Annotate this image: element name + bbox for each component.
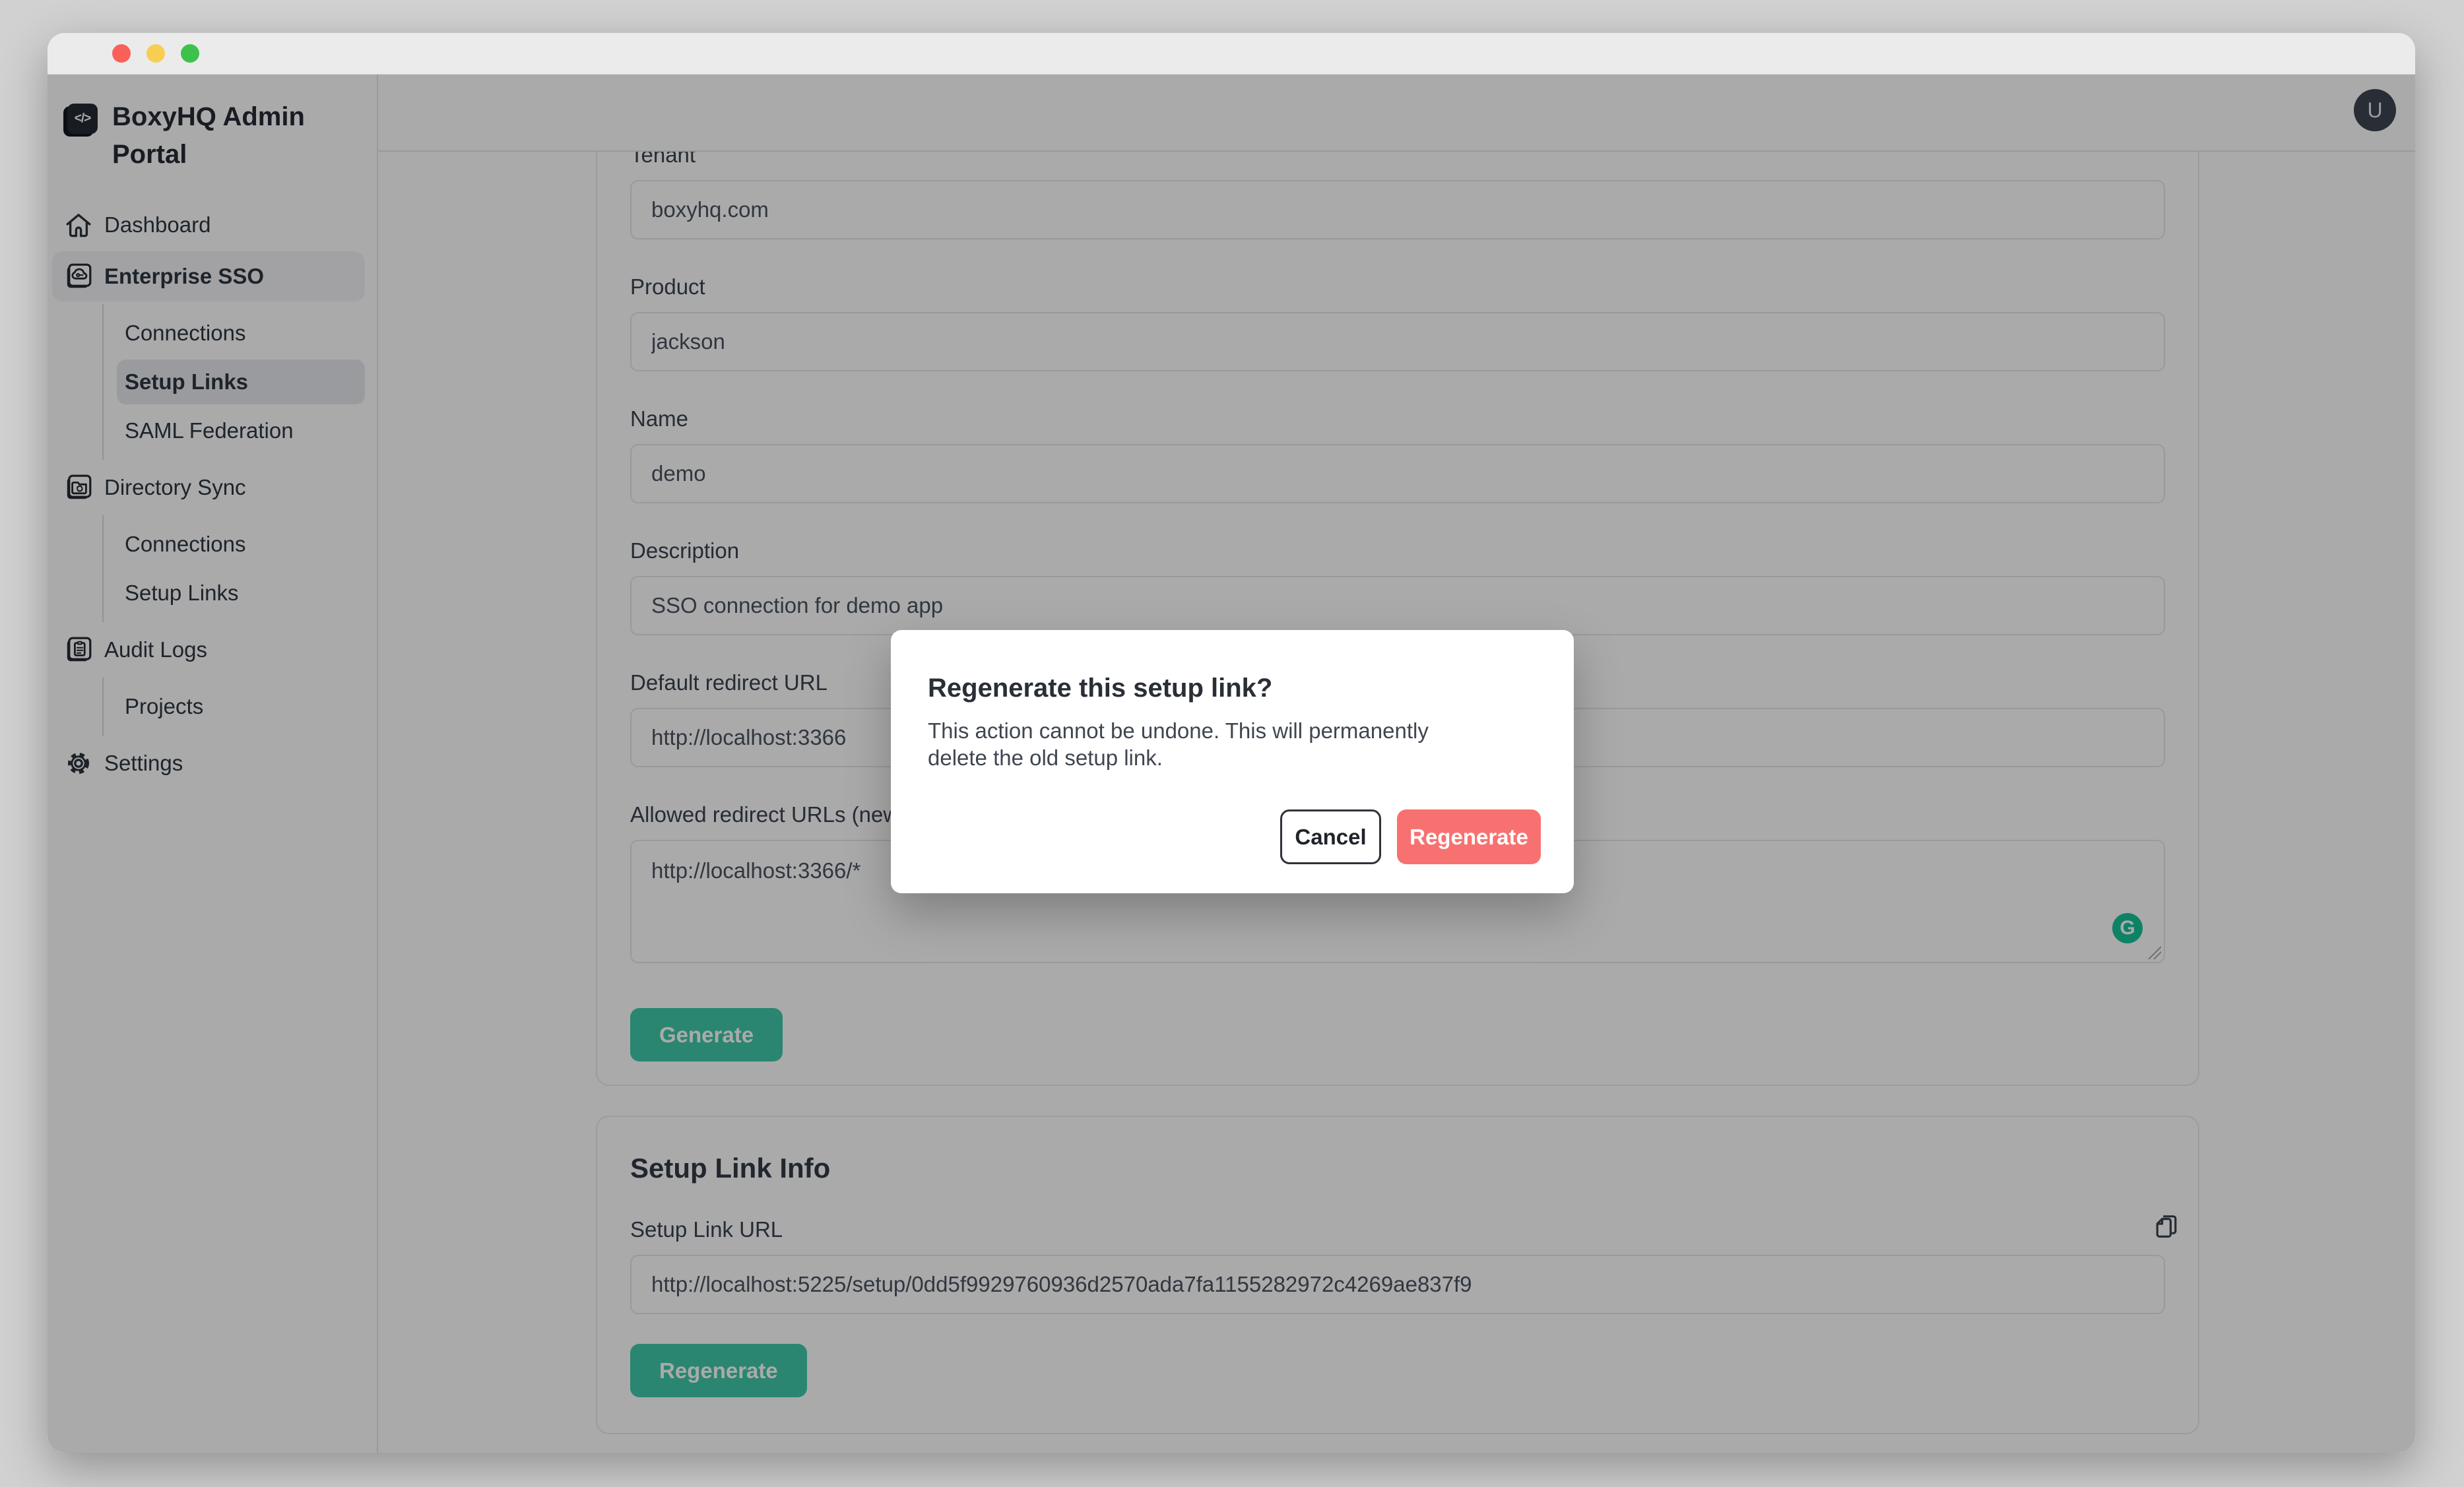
modal-body-text: This action cannot be undone. This will …: [928, 717, 1469, 771]
desktop: { "brand": { "name": "BoxyHQ Admin Porta…: [0, 0, 2464, 1487]
close-window-button[interactable]: [112, 44, 131, 63]
modal-actions: Cancel Regenerate: [1280, 809, 1541, 864]
regenerate-confirm-modal: Regenerate this setup link? This action …: [891, 630, 1574, 893]
zoom-window-button[interactable]: [181, 44, 199, 63]
modal-title: Regenerate this setup link?: [928, 672, 1541, 704]
minimize-window-button[interactable]: [146, 44, 165, 63]
app-root: </> BoxyHQ Admin Portal Dashboard: [48, 75, 2415, 1453]
cancel-button[interactable]: Cancel: [1280, 809, 1381, 864]
confirm-regenerate-button[interactable]: Regenerate: [1397, 809, 1541, 864]
window-titlebar: [48, 33, 2415, 75]
browser-window: </> BoxyHQ Admin Portal Dashboard: [48, 33, 2415, 1453]
